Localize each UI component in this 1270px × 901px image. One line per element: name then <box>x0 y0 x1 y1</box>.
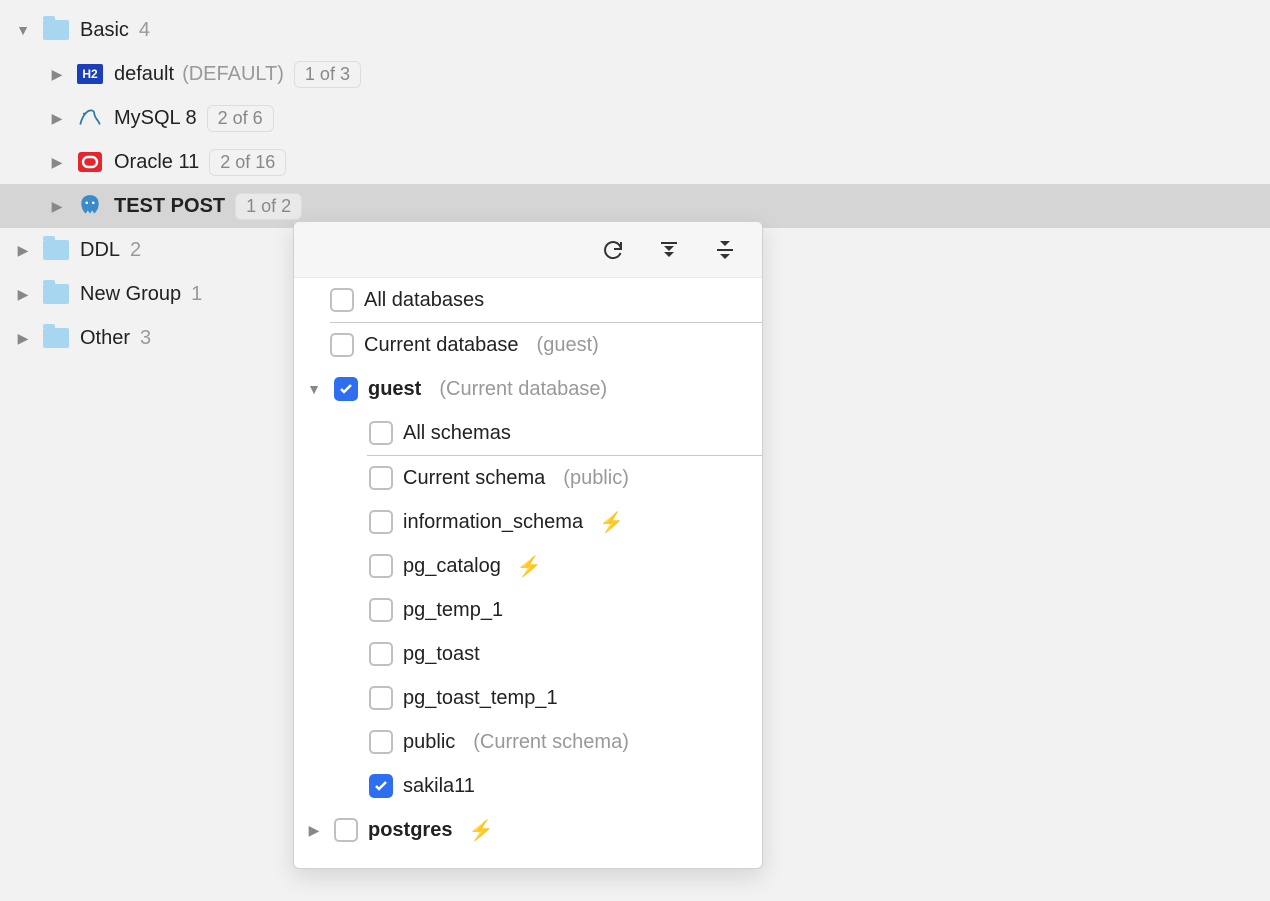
pg-catalog-row[interactable]: pg_catalog ⚡ <box>294 544 762 588</box>
pg-toast-row[interactable]: pg_toast <box>294 632 762 676</box>
row-label: Current database <box>364 334 519 357</box>
schema-selector-popup: All databases Current database (guest) ▼… <box>293 221 763 869</box>
tree-label: Basic <box>80 19 129 42</box>
refresh-icon[interactable] <box>598 235 628 265</box>
row-hint: (Current database) <box>439 378 607 401</box>
checkbox-checked[interactable] <box>369 774 393 798</box>
row-label: pg_toast_temp_1 <box>403 687 558 710</box>
chevron-right-icon[interactable]: ▶ <box>46 195 68 217</box>
mysql-icon <box>76 104 104 132</box>
row-label: All databases <box>364 289 484 312</box>
checkbox[interactable] <box>369 730 393 754</box>
default-suffix: (DEFAULT) <box>182 63 284 86</box>
checkbox[interactable] <box>369 421 393 445</box>
row-hint: (public) <box>563 467 629 490</box>
popup-toolbar <box>294 222 762 278</box>
tree-item-mysql[interactable]: ▶ MySQL 8 2 of 6 <box>0 96 1270 140</box>
current-schema-row[interactable]: Current schema (public) <box>294 456 762 500</box>
row-label: Current schema <box>403 467 545 490</box>
chevron-right-icon[interactable]: ▶ <box>304 822 324 839</box>
item-count: 2 <box>130 239 141 262</box>
row-label: pg_toast <box>403 643 480 666</box>
row-label: postgres <box>368 819 452 842</box>
row-label: sakila11 <box>403 775 475 798</box>
tree-item-basic[interactable]: ▼ Basic 4 <box>0 8 1270 52</box>
checkbox[interactable] <box>334 818 358 842</box>
row-label: public <box>403 731 455 754</box>
count-badge: 2 of 16 <box>209 149 286 176</box>
all-databases-row[interactable]: All databases <box>294 278 762 322</box>
checkbox[interactable] <box>369 510 393 534</box>
chevron-right-icon[interactable]: ▶ <box>12 283 34 305</box>
tree-label: New Group <box>80 283 181 306</box>
row-label: pg_catalog <box>403 555 501 578</box>
folder-icon <box>42 236 70 264</box>
row-label: guest <box>368 378 421 401</box>
oracle-icon <box>76 148 104 176</box>
checkbox-checked[interactable] <box>334 377 358 401</box>
expand-all-icon[interactable] <box>654 235 684 265</box>
item-count: 1 <box>191 283 202 306</box>
chevron-down-icon[interactable]: ▼ <box>12 19 34 41</box>
guest-database-row[interactable]: ▼ guest (Current database) <box>294 367 762 411</box>
row-label: information_schema <box>403 511 583 534</box>
folder-icon <box>42 280 70 308</box>
checkbox[interactable] <box>369 466 393 490</box>
checkbox[interactable] <box>330 333 354 357</box>
collapse-all-icon[interactable] <box>710 235 740 265</box>
chevron-right-icon[interactable]: ▶ <box>12 327 34 349</box>
checkbox[interactable] <box>330 288 354 312</box>
tree-item-oracle[interactable]: ▶ Oracle 11 2 of 16 <box>0 140 1270 184</box>
all-schemas-row[interactable]: All schemas <box>294 411 762 455</box>
row-hint: (Current schema) <box>473 731 629 754</box>
popup-list: All databases Current database (guest) ▼… <box>294 278 762 868</box>
row-label: All schemas <box>403 422 511 445</box>
row-hint: (guest) <box>537 334 599 357</box>
item-count: 4 <box>139 19 150 42</box>
pg-temp-1-row[interactable]: pg_temp_1 <box>294 588 762 632</box>
folder-icon <box>42 16 70 44</box>
tree-label: Other <box>80 327 130 350</box>
information-schema-row[interactable]: information_schema ⚡ <box>294 500 762 544</box>
chevron-right-icon[interactable]: ▶ <box>46 151 68 173</box>
current-database-row[interactable]: Current database (guest) <box>294 323 762 367</box>
postgres-database-row[interactable]: ▶ postgres ⚡ <box>294 808 762 852</box>
public-schema-row[interactable]: public (Current schema) <box>294 720 762 764</box>
lightning-icon: ⚡ <box>517 554 542 579</box>
count-badge: 2 of 6 <box>207 105 274 132</box>
tree-item-default[interactable]: ▶ H2 default (DEFAULT) 1 of 3 <box>0 52 1270 96</box>
lightning-icon: ⚡ <box>599 510 624 535</box>
chevron-right-icon[interactable]: ▶ <box>46 107 68 129</box>
tree-label: MySQL 8 <box>114 107 197 130</box>
checkbox[interactable] <box>369 642 393 666</box>
checkbox[interactable] <box>369 554 393 578</box>
postgres-icon <box>76 192 104 220</box>
sakila-schema-row[interactable]: sakila11 <box>294 764 762 808</box>
count-badge: 1 of 3 <box>294 61 361 88</box>
item-count: 3 <box>140 327 151 350</box>
chevron-right-icon[interactable]: ▶ <box>46 63 68 85</box>
tree-label: TEST POST <box>114 195 225 218</box>
chevron-down-icon[interactable]: ▼ <box>304 381 324 397</box>
checkbox[interactable] <box>369 686 393 710</box>
tree-label: Oracle 11 <box>114 151 199 174</box>
row-label: pg_temp_1 <box>403 599 503 622</box>
folder-icon <box>42 324 70 352</box>
pg-toast-temp-1-row[interactable]: pg_toast_temp_1 <box>294 676 762 720</box>
h2-icon: H2 <box>76 60 104 88</box>
checkbox[interactable] <box>369 598 393 622</box>
chevron-right-icon[interactable]: ▶ <box>12 239 34 261</box>
tree-label: DDL <box>80 239 120 262</box>
count-badge: 1 of 2 <box>235 193 302 220</box>
tree-label: default <box>114 63 174 86</box>
lightning-icon: ⚡ <box>468 818 493 843</box>
